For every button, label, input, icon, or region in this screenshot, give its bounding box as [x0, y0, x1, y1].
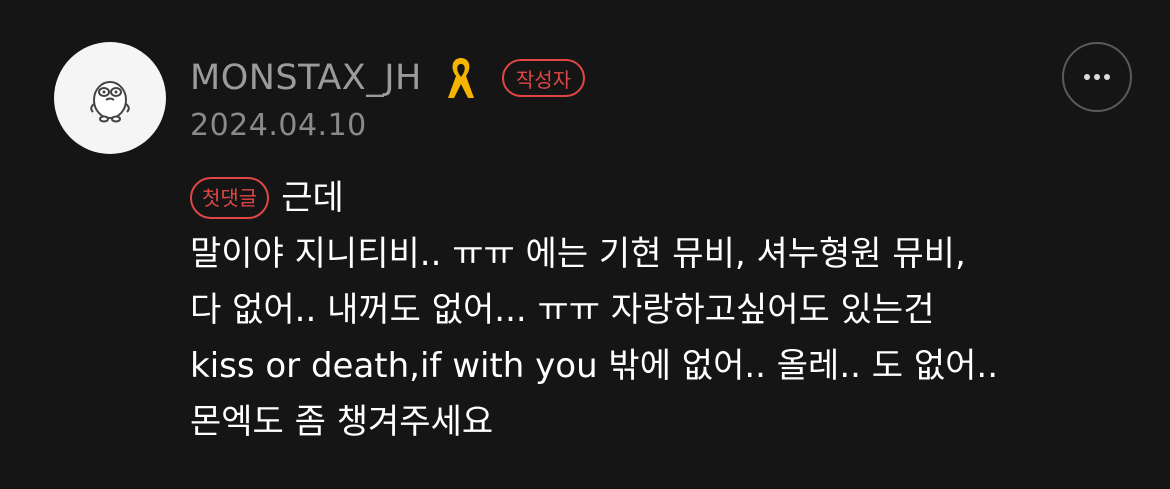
comment-line: kiss or death,if with you 밖에 없어.. 올레.. 도…: [190, 346, 999, 386]
comment-line: 말이야 지니티비.. ㅠㅠ 에는 기현 뮤비, 셔누형원 뮤비,: [190, 234, 966, 274]
comment-first-line: 첫댓글 근데: [190, 170, 1130, 226]
writer-badge: 작성자: [501, 59, 586, 97]
more-options-button[interactable]: [1062, 42, 1132, 112]
comment-line: 다 없어.. 내꺼도 없어... ㅠㅠ 자랑하고싶어도 있는건: [190, 290, 935, 330]
comment-date: 2024.04.10: [190, 108, 367, 143]
author-row: MONSTAX_JH 작성자: [190, 54, 586, 102]
character-avatar-icon: [90, 81, 130, 123]
avatar[interactable]: [54, 42, 166, 154]
yellow-ribbon-icon: [442, 54, 480, 102]
comment-line: 몬엑도 좀 챙겨주세요: [190, 402, 494, 442]
comment-item: MONSTAX_JH 작성자 2024.04.10 첫댓글 근데 말이야 지니티…: [0, 0, 1170, 489]
comment-line: 근데: [281, 178, 344, 218]
first-comment-badge: 첫댓글: [190, 177, 270, 219]
more-options-icon: [1084, 74, 1110, 80]
comment-body: 첫댓글 근데 말이야 지니티비.. ㅠㅠ 에는 기현 뮤비, 셔누형원 뮤비, …: [190, 170, 1130, 450]
author-name[interactable]: MONSTAX_JH: [190, 58, 422, 98]
